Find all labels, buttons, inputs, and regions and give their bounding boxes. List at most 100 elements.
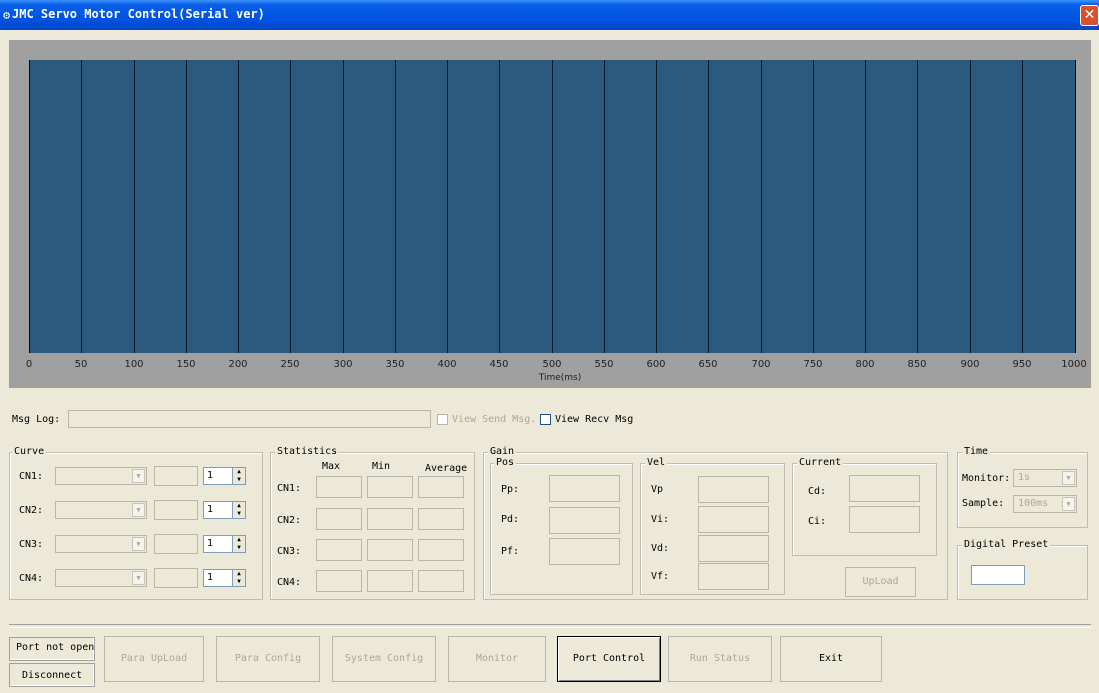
curve-cn3-label: CN3: bbox=[19, 539, 44, 550]
digital-preset-title: Digital Preset bbox=[962, 539, 1051, 550]
monitor-button[interactable]: Monitor bbox=[448, 636, 546, 682]
current-cd-field[interactable] bbox=[849, 475, 920, 502]
chart-gridline bbox=[970, 60, 971, 353]
chart-gridline bbox=[604, 60, 605, 353]
statistics-group-title: Statistics bbox=[275, 446, 340, 457]
x-tick-label: 50 bbox=[74, 359, 88, 370]
para-config-button[interactable]: Para Config bbox=[216, 636, 320, 682]
vel-vp-field[interactable] bbox=[698, 476, 769, 503]
vel-vi-label: Vi: bbox=[651, 514, 670, 525]
curve-cn2-spinner[interactable]: 1 ▲ ▼ bbox=[203, 501, 246, 519]
spin-down-icon[interactable]: ▼ bbox=[232, 544, 245, 552]
chart-gridline bbox=[81, 60, 82, 353]
msg-log-label: Msg Log: bbox=[12, 414, 61, 425]
run-status-button[interactable]: Run Status bbox=[668, 636, 772, 682]
exit-button[interactable]: Exit bbox=[780, 636, 882, 682]
chart-gridline bbox=[447, 60, 448, 353]
close-button[interactable]: ✕ bbox=[1080, 5, 1099, 26]
view-send-checkbox[interactable] bbox=[437, 414, 448, 425]
curve-cn2-color-button[interactable] bbox=[154, 500, 198, 520]
stats-cn1-min bbox=[367, 476, 413, 498]
chart-gridline bbox=[290, 60, 291, 353]
curve-cn3-spinner[interactable]: 1 ▲ ▼ bbox=[203, 535, 246, 553]
stats-header-average: Average bbox=[425, 463, 468, 474]
curve-cn4-color-button[interactable] bbox=[154, 568, 198, 588]
stats-cn2-min bbox=[367, 508, 413, 530]
pos-pd-label: Pd: bbox=[501, 514, 520, 525]
spin-down-icon[interactable]: ▼ bbox=[232, 578, 245, 586]
chevron-down-icon: ▼ bbox=[132, 537, 145, 551]
window-title: JMC Servo Motor Control(Serial ver) bbox=[12, 7, 265, 21]
curve-cn3-select[interactable]: ▼ bbox=[55, 535, 147, 553]
port-control-button[interactable]: Port Control bbox=[557, 636, 661, 682]
vel-vd-field[interactable] bbox=[698, 535, 769, 562]
stats-cn4-min bbox=[367, 570, 413, 592]
vel-vi-field[interactable] bbox=[698, 506, 769, 533]
time-sample-select[interactable]: 100ms ▼ bbox=[1013, 495, 1077, 513]
spin-down-icon[interactable]: ▼ bbox=[232, 510, 245, 518]
port-status-text: Port not open bbox=[9, 637, 95, 661]
msg-log-field[interactable] bbox=[68, 410, 431, 428]
stats-cn3-average bbox=[418, 539, 464, 561]
pos-pp-field[interactable] bbox=[549, 475, 620, 502]
spin-down-icon[interactable]: ▼ bbox=[232, 476, 245, 484]
current-ci-field[interactable] bbox=[849, 506, 920, 533]
time-monitor-select[interactable]: 1s ▼ bbox=[1013, 469, 1077, 487]
spin-up-icon[interactable]: ▲ bbox=[232, 536, 245, 544]
time-monitor-value: 1s bbox=[1018, 472, 1031, 483]
curve-cn4-spinner[interactable]: 1 ▲ ▼ bbox=[203, 569, 246, 587]
vel-vp-label: Vp bbox=[651, 484, 664, 495]
time-sample-value: 100ms bbox=[1018, 498, 1049, 509]
curve-cn4-select[interactable]: ▼ bbox=[55, 569, 147, 587]
view-recv-checkbox[interactable] bbox=[540, 414, 551, 425]
x-tick-label: 100 bbox=[124, 359, 144, 370]
current-group-title: Current bbox=[797, 457, 844, 468]
vel-vf-label: Vf: bbox=[651, 571, 670, 582]
curve-cn2-label: CN2: bbox=[19, 505, 44, 516]
curve-cn2-select[interactable]: ▼ bbox=[55, 501, 147, 519]
curve-cn2-spin-value: 1 bbox=[207, 504, 214, 515]
pos-pf-field[interactable] bbox=[549, 538, 620, 565]
stats-cn2-max bbox=[316, 508, 362, 530]
x-tick-label: 600 bbox=[646, 359, 666, 370]
chart-gridline bbox=[134, 60, 135, 353]
vel-vf-field[interactable] bbox=[698, 563, 769, 590]
pos-pf-label: Pf: bbox=[501, 546, 520, 557]
x-tick-label: 700 bbox=[751, 359, 771, 370]
pos-pd-field[interactable] bbox=[549, 507, 620, 534]
chart-gridline bbox=[761, 60, 762, 353]
x-tick-label: 950 bbox=[1012, 359, 1032, 370]
curve-cn1-spinner[interactable]: 1 ▲ ▼ bbox=[203, 467, 246, 485]
x-axis-label: Time(ms) bbox=[538, 373, 582, 383]
system-config-button[interactable]: System Config bbox=[332, 636, 436, 682]
curve-cn1-color-button[interactable] bbox=[154, 466, 198, 486]
spin-up-icon[interactable]: ▲ bbox=[232, 570, 245, 578]
chart-gridline bbox=[238, 60, 239, 353]
x-tick-label: 250 bbox=[280, 359, 300, 370]
bottom-separator bbox=[9, 624, 1091, 628]
gain-group-title: Gain bbox=[488, 446, 517, 457]
stats-cn3-min bbox=[367, 539, 413, 561]
curve-cn4-spin-value: 1 bbox=[207, 572, 214, 583]
x-tick-label: 750 bbox=[803, 359, 823, 370]
curve-cn1-select[interactable]: ▼ bbox=[55, 467, 147, 485]
spin-up-icon[interactable]: ▲ bbox=[232, 468, 245, 476]
x-tick-label: 850 bbox=[907, 359, 927, 370]
pos-pp-label: Pp: bbox=[501, 484, 520, 495]
spin-up-icon[interactable]: ▲ bbox=[232, 502, 245, 510]
chevron-down-icon: ▼ bbox=[132, 469, 145, 483]
vel-vd-label: Vd: bbox=[651, 543, 670, 554]
stats-cn1-max bbox=[316, 476, 362, 498]
para-upload-button[interactable]: Para UpLoad bbox=[104, 636, 204, 682]
curve-cn3-color-button[interactable] bbox=[154, 534, 198, 554]
current-ci-label: Ci: bbox=[808, 516, 827, 527]
digital-preset-field[interactable] bbox=[971, 565, 1025, 585]
chart-gridline bbox=[708, 60, 709, 353]
x-tick-label: 0 bbox=[25, 359, 33, 370]
upload-button[interactable]: UpLoad bbox=[845, 567, 916, 597]
chart-gridline bbox=[186, 60, 187, 353]
chart-gridline bbox=[552, 60, 553, 353]
curve-group-title: Curve bbox=[12, 446, 47, 457]
stats-cn2-label: CN2: bbox=[277, 515, 302, 526]
view-send-label: View Send Msg. bbox=[452, 414, 537, 425]
